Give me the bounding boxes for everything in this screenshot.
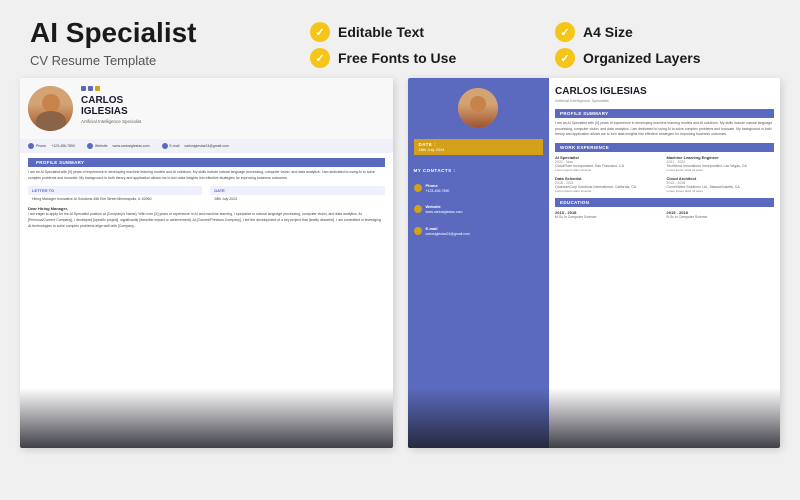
- contact-email-2: E-mail carlosiglesias24@gmail.com: [414, 226, 544, 237]
- feature-label-a4: A4 Size: [583, 24, 633, 40]
- website-text-2: Website www.carlosiglesias.com: [426, 204, 463, 215]
- profile-bar-2: PROFILE SUMMARY: [555, 109, 774, 118]
- date-val-2: 28th July 2024: [419, 147, 539, 152]
- email-icon-2: [414, 227, 422, 235]
- work-desc-3: Lorem ipsum dolor sit amet: [667, 189, 774, 193]
- avatar-1: [28, 86, 73, 131]
- resume-name-1: CARLOS IGLESIAS: [81, 95, 385, 117]
- edu-school-1: B.Sc in Computer Science: [667, 215, 774, 219]
- website-icon-1: [87, 143, 93, 149]
- body-text-1: I am eager to apply for the AI Specialis…: [20, 212, 393, 229]
- work-desc-0: Lorem ipsum dolor sit amet: [555, 168, 662, 172]
- feature-label-fonts: Free Fonts to Use: [338, 50, 456, 66]
- work-item-2: Data Scientist 2018 - 2021 QuantumCorp S…: [555, 176, 662, 193]
- page-wrapper: AI Specialist CV Resume Template Editabl…: [0, 0, 800, 500]
- name-block-1: CARLOS IGLESIAS Artificial Intelligence …: [81, 86, 385, 124]
- feature-label-layers: Organized Layers: [583, 50, 701, 66]
- resume-role-1: Artificial Intelligence Specialist: [81, 119, 385, 124]
- card2-main: CARLOS IGLESIAS Artificial Intelligence …: [549, 78, 780, 448]
- feature-free-fonts: Free Fonts to Use: [310, 48, 525, 68]
- contacts-label-2: MY CONTACTS :: [414, 168, 544, 173]
- check-icon-a4: [555, 22, 575, 42]
- phone-icon-2: [414, 184, 422, 192]
- feature-label-editable: Editable Text: [338, 24, 424, 40]
- card1-bottom-overlay: [20, 388, 393, 448]
- phone-text-2: Phone +123-456-7890: [426, 183, 450, 194]
- date-col: DATE 28th July 2024: [210, 186, 384, 202]
- edu-item-0: 2015 - 2018 M.Sc in Computer Science: [555, 210, 662, 219]
- contact-website-2: Website www.carlosiglesias.com: [414, 204, 544, 215]
- feature-a4-size: A4 Size: [555, 22, 770, 42]
- work-item-0: AI Specialist 2022 - Now CloudFlare Inco…: [555, 155, 662, 172]
- name-2: CARLOS IGLESIAS: [555, 86, 774, 97]
- resume-card-2: DATE : 28th July 2024 MY CONTACTS : Phon…: [408, 78, 781, 448]
- dot-blue-1: [81, 86, 86, 91]
- feature-organized-layers: Organized Layers: [555, 48, 770, 68]
- contact-website-1: Website www.carlosiglesias.com: [87, 143, 150, 149]
- edu-item-1: 2015 - 2018 B.Sc in Computer Science: [667, 210, 774, 219]
- contact-email-1: E-mail carlosiglesias24@gmail.com: [162, 143, 229, 149]
- preview-area: CARLOS IGLESIAS Artificial Intelligence …: [0, 78, 800, 500]
- work-desc-1: Lorem ipsum dolor sit amet: [667, 168, 774, 172]
- resume-card-1: CARLOS IGLESIAS Artificial Intelligence …: [20, 78, 393, 448]
- dot-gold-1: [95, 86, 100, 91]
- edu-grid-2: 2015 - 2018 M.Sc in Computer Science 201…: [555, 210, 774, 219]
- profile-text-2: I am an AI Specialist with [X] years of …: [555, 121, 774, 138]
- color-dots-1: [81, 86, 385, 91]
- work-grid-2: AI Specialist 2022 - Now CloudFlare Inco…: [555, 155, 774, 193]
- check-icon-layers: [555, 48, 575, 68]
- check-icon-editable: [310, 22, 330, 42]
- dot-blue-2: [88, 86, 93, 91]
- card2-sidebar: DATE : 28th July 2024 MY CONTACTS : Phon…: [408, 78, 550, 448]
- main-title: AI Specialist: [30, 18, 250, 49]
- contact-phone-2: Phone +123-456-7890: [414, 183, 544, 194]
- date-value-1: 28th July 2024: [210, 197, 384, 201]
- profile-summary-bar-1: PROFILE SUMMARY: [28, 158, 385, 167]
- letter-to-text: Hiring Manager Innovative AI Solutions 4…: [28, 197, 202, 202]
- email-icon-1: [162, 143, 168, 149]
- check-icon-fonts: [310, 48, 330, 68]
- features-grid: Editable Text A4 Size Free Fonts to Use …: [270, 18, 770, 68]
- avatar-2: [458, 88, 498, 128]
- two-col-1: LETTER TO Hiring Manager Innovative AI S…: [20, 186, 393, 202]
- dear-text: Dear Hiring Manager,: [20, 202, 393, 212]
- contact-phone-1: Phone +123-456-7890: [28, 143, 75, 149]
- work-item-3: Cloud Architect 2015 - 2018 CornerWare S…: [667, 176, 774, 193]
- website-icon-2: [414, 205, 422, 213]
- card2-layout: DATE : 28th July 2024 MY CONTACTS : Phon…: [408, 78, 781, 448]
- work-item-1: Machine Learning Engineer 2021 - 2022 Te…: [667, 155, 774, 172]
- email-text-2: E-mail carlosiglesias24@gmail.com: [426, 226, 470, 237]
- title-block: AI Specialist CV Resume Template: [30, 18, 250, 68]
- phone-icon-1: [28, 143, 34, 149]
- contact-bar-1: Phone +123-456-7890 Website www.carlosig…: [20, 139, 393, 153]
- letter-col: LETTER TO Hiring Manager Innovative AI S…: [28, 186, 202, 202]
- role-2: Artificial Intelligence Specialist: [555, 98, 774, 103]
- avatar-person-1: [28, 86, 73, 131]
- profile-text-1: I am an AI Specialist with [X] years of …: [20, 170, 393, 181]
- letter-label: LETTER TO: [28, 186, 202, 195]
- work-bar-2: WORK EXPERIENCE: [555, 143, 774, 152]
- card1-header: CARLOS IGLESIAS Artificial Intelligence …: [20, 78, 393, 139]
- edu-school-0: M.Sc in Computer Science: [555, 215, 662, 219]
- subtitle: CV Resume Template: [30, 53, 250, 68]
- date-box-2: DATE : 28th July 2024: [414, 139, 544, 155]
- education-bar-2: EDUCATION: [555, 198, 774, 207]
- avatar-inner-2: [458, 88, 498, 128]
- work-desc-2: Lorem ipsum dolor sit amet: [555, 189, 662, 193]
- date-label: DATE: [210, 186, 384, 195]
- header: AI Specialist CV Resume Template Editabl…: [0, 0, 800, 78]
- feature-editable-text: Editable Text: [310, 22, 525, 42]
